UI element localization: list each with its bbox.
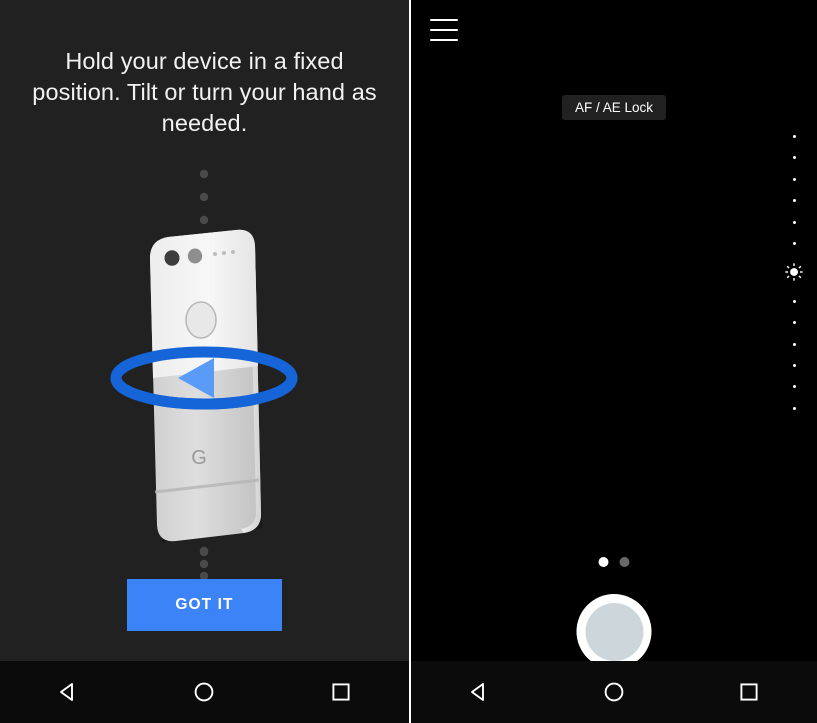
hamburger-menu-icon[interactable] <box>430 19 458 41</box>
shutter-inner-circle <box>585 602 643 661</box>
exposure-slider[interactable] <box>782 135 806 410</box>
exposure-tick <box>792 364 796 368</box>
home-button[interactable] <box>176 661 232 723</box>
exposure-tick <box>792 156 796 160</box>
af-ae-lock-badge: AF / AE Lock <box>561 95 667 120</box>
shutter-button[interactable] <box>576 594 652 669</box>
exposure-tick <box>792 299 796 303</box>
exposure-tick <box>792 342 796 346</box>
android-navbar-left <box>0 661 409 723</box>
got-it-button-container: GOT IT <box>0 579 409 631</box>
camera-toolbar: HDR+ <box>411 0 817 62</box>
brightness-icon <box>785 263 803 282</box>
guide-dots-lower <box>199 548 209 580</box>
exposure-tick <box>792 406 796 410</box>
camera-lens <box>164 250 180 266</box>
exposure-handle[interactable] <box>785 263 803 282</box>
phone-rotation-illustration: G <box>0 150 409 580</box>
recents-button[interactable] <box>313 661 369 723</box>
exposure-tick <box>792 135 796 138</box>
circle-home-icon <box>604 682 624 702</box>
exposure-tick <box>792 321 796 325</box>
camera-sensor <box>187 248 203 264</box>
square-recents-icon <box>740 683 758 701</box>
page-dot-active[interactable] <box>598 557 609 567</box>
instruction-text: Hold your device in a fixed position. Ti… <box>32 48 377 137</box>
page-dot-inactive[interactable] <box>619 557 630 567</box>
triangle-back-icon <box>60 683 74 701</box>
back-button[interactable] <box>40 661 96 723</box>
exposure-tick <box>792 242 796 246</box>
mode-page-indicator <box>598 557 630 567</box>
dual-screenshot-container: Hold your device in a fixed position. Ti… <box>0 0 817 723</box>
square-recents-icon <box>332 683 350 701</box>
home-button[interactable] <box>586 661 642 723</box>
exposure-tick <box>792 385 796 389</box>
onboarding-screen: Hold your device in a fixed position. Ti… <box>0 0 409 723</box>
got-it-button[interactable]: GOT IT <box>127 579 282 631</box>
back-button[interactable] <box>451 661 507 723</box>
camera-screen: HDR+ <box>409 0 817 723</box>
recents-button[interactable] <box>721 661 777 723</box>
exposure-tick <box>792 177 796 181</box>
exposure-tick <box>792 220 796 224</box>
fingerprint-sensor <box>185 301 217 339</box>
android-navbar-right <box>411 661 817 723</box>
circle-home-icon <box>195 682 214 702</box>
triangle-back-icon <box>470 683 484 701</box>
exposure-tick <box>792 199 796 203</box>
camera-viewfinder[interactable] <box>411 0 817 546</box>
pixel-g-logo: G <box>191 447 207 469</box>
